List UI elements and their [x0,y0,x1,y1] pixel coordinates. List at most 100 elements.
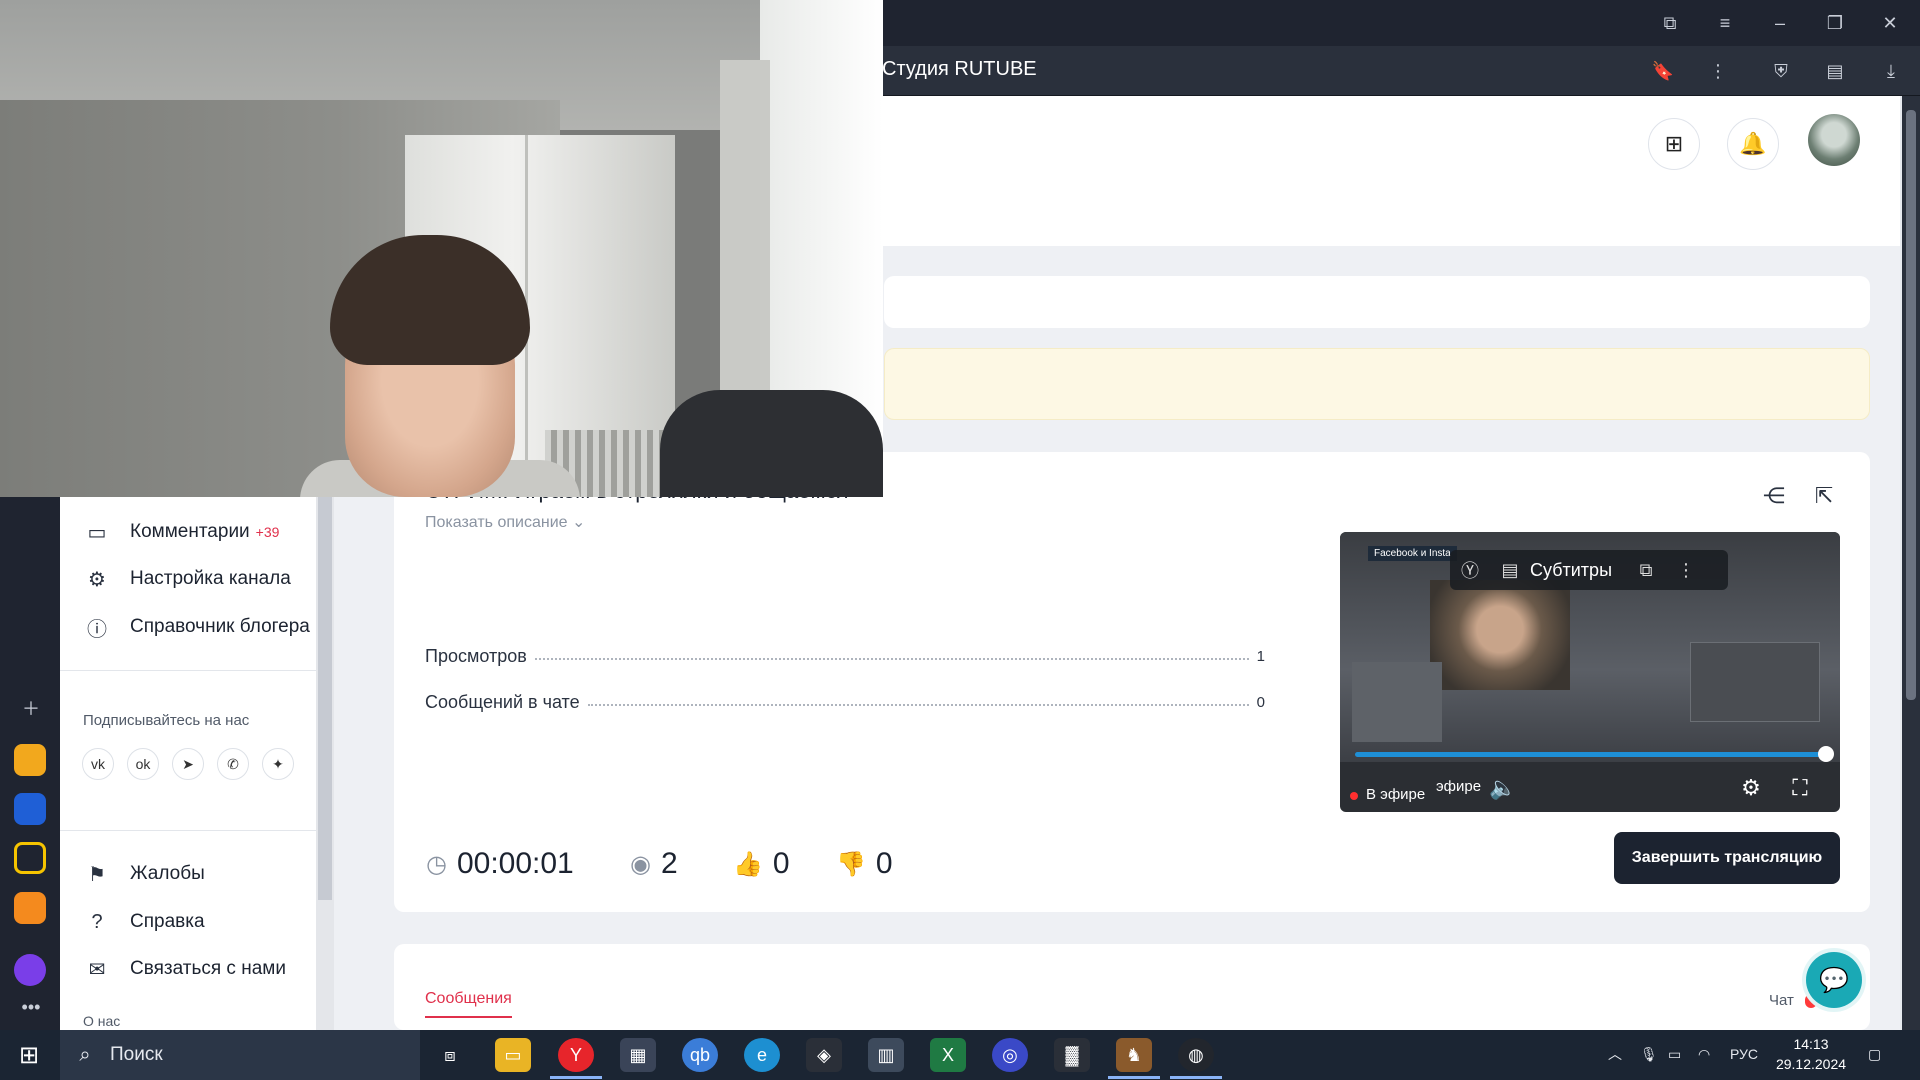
about-label[interactable]: О нас [83,1013,120,1029]
overlay-tag: Facebook и Insta [1368,546,1457,561]
sidebar-item-blogger-guide[interactable]: ⓘ Справочник блогера [84,611,310,643]
add-video-button[interactable]: ⊞ [1648,118,1700,170]
sidebar-item-label: Жалобы [130,863,205,884]
sidebar-item-contact[interactable]: ✉ Связаться с нами [84,953,286,985]
sidebar-item-help[interactable]: ? Справка [84,906,205,938]
sidebar-item-channel-settings[interactable]: ⚙ Настройка канала [84,563,291,595]
language-indicator[interactable]: РУС [1730,1042,1758,1066]
minecraft-icon[interactable]: ▓ [1054,1038,1090,1072]
menu-icon[interactable]: ≡ [1710,10,1740,36]
bookmark-icon[interactable]: 🔖 [1648,58,1678,84]
subtitles-toolbar[interactable]: Ⓨ ▤ Субтитры ⧉ ⋮ [1450,550,1728,590]
player-menu-thumb [1352,662,1442,742]
opera-app-icon[interactable] [14,793,46,825]
shield-icon[interactable]: ⛨ [1766,58,1796,84]
ymusic-app-icon[interactable] [14,842,46,874]
pip-icon[interactable]: ⧉ [1626,560,1666,581]
external-link-icon[interactable]: ⇱ [1810,482,1838,510]
progress-handle[interactable] [1818,746,1834,762]
fullscreen-icon[interactable]: ⛶ [1785,774,1815,802]
stat-label: Просмотров [425,645,527,666]
yandex-icon[interactable]: Ⓨ [1450,557,1490,583]
store-icon[interactable]: ▦ [620,1038,656,1072]
clock-time: 14:13 [1793,1036,1829,1052]
restore-icon[interactable]: ❐ [1820,10,1850,36]
yandex-browser-icon[interactable]: Y [558,1038,594,1072]
steam-like-icon[interactable]: ◈ [806,1038,842,1072]
player-nested-window [1690,642,1820,722]
taskbar-search[interactable]: ⌕ Поиск [60,1030,420,1080]
volume-icon[interactable]: 🔈 [1488,774,1518,802]
vpn-app-icon[interactable]: ◎ [992,1038,1028,1072]
task-view-icon[interactable]: ⧈ [432,1038,468,1072]
qbittorrent-icon[interactable]: qb [682,1038,718,1072]
chat-bubbles-icon: 💬 [1819,966,1849,994]
minimize-icon[interactable]: – [1765,10,1795,36]
sidebar-scrollbar-thumb[interactable] [318,496,332,900]
support-button[interactable]: 💬 [1806,952,1862,1008]
show-description-link[interactable]: Показать описание ⌄ [425,512,585,532]
live-label-partial: эфире [1436,778,1482,795]
subtitles-icon[interactable]: ▤ [1490,560,1530,581]
active-app-indicator [1108,1076,1160,1079]
telegram-icon[interactable]: ➤ [172,748,204,780]
city-app-icon[interactable]: ▥ [868,1038,904,1072]
reader-icon[interactable]: ▤ [1820,58,1850,84]
settings-icon[interactable]: ⚙ [1736,774,1766,802]
excel-icon[interactable]: X [930,1038,966,1072]
close-icon[interactable]: ✕ [1875,10,1905,36]
viewers-metric: ◉ 2 [630,846,678,882]
sidebar-item-label: Справка [130,911,205,932]
more-apps-icon[interactable]: ••• [16,994,46,1020]
wifi-icon[interactable]: ◠ [1698,1042,1710,1066]
viber-icon[interactable]: ✆ [217,748,249,780]
microphone-icon[interactable]: 🎙 [1640,1042,1658,1066]
more-vertical-icon[interactable]: ⋮ [1703,58,1733,84]
share-icon[interactable]: ⋲ [1760,482,1788,510]
live-label: В эфире [1366,786,1426,803]
game-icon[interactable]: ♞ [1116,1038,1152,1072]
vk-icon[interactable]: vk [82,748,114,780]
battery-icon[interactable]: ▭ [1668,1042,1681,1066]
edge-icon[interactable]: e [744,1038,780,1072]
active-app-indicator [1170,1076,1222,1079]
more-vertical-icon[interactable]: ⋮ [1666,560,1706,581]
thumbs-down-icon: 👎 [836,850,866,878]
question-icon: ? [91,910,103,933]
add-icon[interactable]: ＋ [16,695,46,721]
viewers-value: 2 [660,847,678,880]
collections-icon[interactable]: ⧉ [1655,10,1685,36]
game-app-icon[interactable] [14,744,46,776]
end-stream-button[interactable]: Завершить трансляцию [1614,832,1840,884]
mail-app-icon[interactable] [14,892,46,924]
duration-metric: ◷ 00:00:01 [426,846,574,882]
alice-app-icon[interactable] [14,954,46,986]
tab-messages[interactable]: Сообщения [425,990,512,1018]
windows-start-icon[interactable]: ⊞ [14,1040,44,1070]
sidebar-divider [60,670,316,671]
chat-label: Чат [1769,992,1794,1009]
sidebar-item-label: Комментарии [130,521,250,542]
subtitles-label[interactable]: Субтитры [1530,560,1612,581]
gear-icon: ⚙ [88,568,106,591]
ok-icon[interactable]: ok [127,748,159,780]
file-explorer-icon[interactable]: ▭ [495,1038,531,1072]
notifications-button[interactable]: 🔔 [1727,118,1779,170]
notifications-center-icon[interactable]: ▢ [1868,1042,1881,1066]
tray-chevron-icon[interactable]: ︿ [1608,1042,1622,1066]
duration-value: 00:00:01 [456,847,574,880]
sidebar-item-comments[interactable]: ▭ Комментарии +39 [84,516,280,548]
progress-bar[interactable] [1355,752,1827,757]
plus-icon[interactable]: ✦ [262,748,294,780]
messages-card [394,944,1870,1030]
system-clock[interactable]: 14:13 29.12.2024 [1774,1034,1848,1074]
stat-value: 0 [1256,693,1265,711]
search-placeholder: Поиск [110,1044,163,1065]
sidebar-item-complaints[interactable]: ⚑ Жалобы [84,858,205,890]
obs-icon[interactable]: ◍ [1178,1038,1214,1072]
avatar[interactable] [1808,114,1860,166]
comment-icon: ▭ [87,521,107,544]
page-scrollbar-thumb[interactable] [1906,110,1916,700]
download-icon[interactable]: ⤓ [1876,58,1906,84]
likes-metric: 👍 0 [733,846,790,882]
